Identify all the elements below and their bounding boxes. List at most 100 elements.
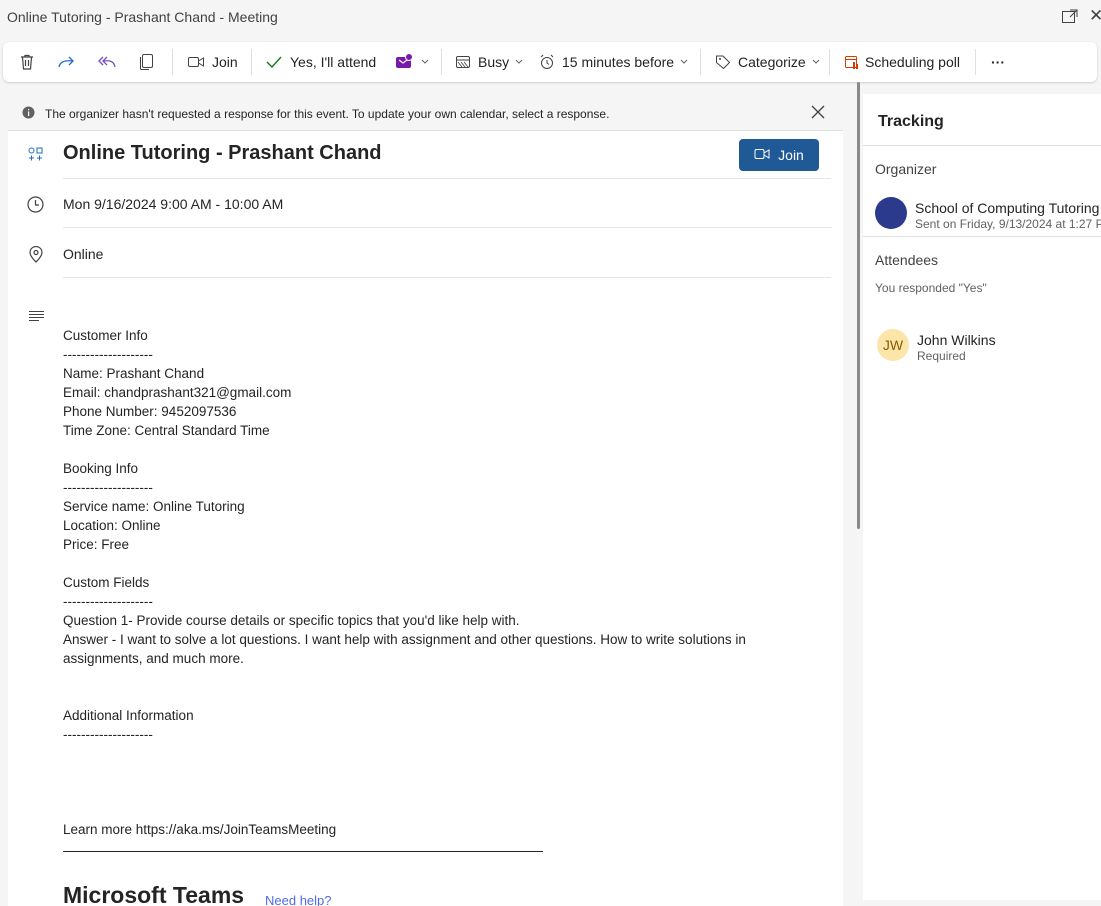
tracking-pane: Tracking Organizer School of Computing T… — [863, 94, 1101, 900]
event-location: Online — [63, 246, 104, 262]
toolbar-separator — [441, 49, 442, 75]
toolbar-join-label: Join — [212, 54, 238, 70]
checkmark-icon — [265, 55, 283, 69]
body-line: Custom Fields — [63, 575, 150, 590]
attendee-role: Required — [917, 349, 966, 363]
body-line: -------------------- — [63, 727, 153, 742]
video-camera-icon — [754, 147, 770, 163]
organizer-label: Organizer — [875, 161, 937, 177]
attend-button[interactable]: Yes, I'll attend — [265, 42, 376, 82]
window-title: Online Tutoring - Prashant Chand - Meeti… — [7, 9, 278, 25]
delete-button[interactable] — [18, 42, 36, 82]
show-as-dropdown[interactable]: Busy — [455, 42, 523, 82]
response-status: You responded "Yes" — [875, 281, 987, 295]
location-pin-icon — [29, 245, 45, 268]
body-line: Additional Information — [63, 708, 194, 723]
body-line — [63, 668, 803, 687]
chevron-down-icon — [421, 59, 429, 65]
organizer-avatar — [875, 197, 907, 229]
teams-divider-line — [63, 851, 543, 852]
toolbar-separator — [251, 49, 252, 75]
trash-icon — [18, 53, 36, 71]
body-line: -------------------- — [63, 480, 153, 495]
toolbar-separator — [829, 49, 830, 75]
info-icon — [22, 106, 35, 124]
body-line: -------------------- — [63, 594, 153, 609]
organizer-sent-time: Sent on Friday, 9/13/2024 at 1:27 PM — [915, 217, 1101, 231]
dismiss-info-bar-icon[interactable] — [810, 104, 826, 125]
tracking-heading: Tracking — [878, 113, 944, 130]
show-as-label: Busy — [478, 54, 510, 70]
body-line: Name: Prashant Chand — [63, 366, 205, 381]
toolbar-separator — [700, 49, 701, 75]
more-options-label: ··· — [991, 54, 1005, 70]
window-titlebar: Online Tutoring - Prashant Chand - Meeti… — [0, 0, 1101, 36]
join-meeting-label: Join — [778, 147, 804, 163]
toolbar-join-button[interactable]: Join — [187, 42, 238, 82]
more-options-button[interactable]: ··· — [991, 42, 1005, 82]
scheduling-poll-button[interactable]: Scheduling poll — [844, 42, 960, 82]
body-line: Question 1- Provide course details or sp… — [63, 613, 520, 628]
body-line: -------------------- — [63, 347, 153, 362]
reply-all-button[interactable] — [97, 42, 117, 82]
body-line — [63, 554, 803, 573]
toolbar-separator — [975, 49, 976, 75]
video-camera-icon — [187, 55, 205, 69]
body-line — [63, 687, 803, 706]
info-bar: The organizer hasn't requested a respons… — [8, 94, 843, 131]
categorize-label: Categorize — [738, 54, 806, 70]
info-bar-message: The organizer hasn't requested a respons… — [45, 107, 610, 121]
divider — [63, 227, 831, 228]
event-details-pane: The organizer hasn't requested a respons… — [8, 94, 843, 906]
command-toolbar: Join Yes, I'll attend Busy 15 minutes be… — [3, 42, 1097, 82]
body-line: Phone Number: 9452097536 — [63, 404, 237, 419]
apps-icon — [27, 146, 45, 169]
divider — [863, 236, 1101, 237]
chevron-down-icon — [515, 59, 523, 65]
onenote-icon — [395, 53, 415, 71]
event-title: Online Tutoring - Prashant Chand — [63, 142, 382, 164]
organizer-name[interactable]: School of Computing Tutoring — [915, 200, 1099, 216]
attendee-name[interactable]: John Wilkins — [917, 332, 996, 348]
attend-label: Yes, I'll attend — [290, 54, 377, 70]
forward-arrow-icon — [57, 53, 77, 71]
attendees-label: Attendees — [875, 252, 939, 268]
body-line — [63, 440, 803, 459]
copy-icon — [138, 53, 154, 71]
reminder-dropdown[interactable]: 15 minutes before — [539, 42, 688, 82]
onenote-button[interactable] — [395, 42, 429, 82]
body-line: Learn more https://aka.ms/JoinTeamsMeeti… — [63, 822, 337, 837]
body-line: Price: Free — [63, 537, 130, 552]
event-body: Customer Info -------------------- Name: P… — [63, 326, 803, 839]
alarm-clock-icon — [539, 54, 555, 70]
categorize-dropdown[interactable]: Categorize — [715, 42, 820, 82]
avatar[interactable]: JW — [877, 329, 909, 361]
close-window-icon[interactable]: ✕ — [1089, 7, 1101, 25]
body-line: Service name: Online Tutoring — [63, 499, 245, 514]
divider — [63, 178, 831, 179]
body-line — [63, 744, 803, 763]
vertical-scrollbar[interactable] — [857, 82, 860, 529]
body-line — [63, 801, 803, 820]
body-line: Email: chandprashant321@gmail.com — [63, 385, 292, 400]
body-line: Booking Info — [63, 461, 139, 476]
popout-icon[interactable] — [1062, 9, 1078, 23]
chevron-down-icon — [680, 59, 688, 65]
tag-icon — [715, 54, 731, 70]
scheduling-poll-label: Scheduling poll — [865, 54, 960, 70]
copy-button[interactable] — [138, 42, 154, 82]
toolbar-separator — [172, 49, 173, 75]
join-meeting-button[interactable]: Join — [739, 139, 819, 171]
busy-status-icon — [455, 55, 471, 69]
body-line: Answer - I want to solve a lot questions… — [63, 632, 746, 666]
forward-button[interactable] — [57, 42, 77, 82]
body-line: Time Zone: Central Standard Time — [63, 423, 270, 438]
body-line: Location: Online — [63, 518, 161, 533]
body-line: Customer Info — [63, 328, 148, 343]
divider — [63, 277, 831, 278]
chevron-down-icon — [812, 59, 820, 65]
event-datetime: Mon 9/16/2024 9:00 AM - 10:00 AM — [63, 196, 284, 212]
need-help-link[interactable]: Need help? — [265, 893, 332, 906]
text-description-icon — [28, 309, 46, 327]
reply-all-icon — [97, 53, 117, 71]
